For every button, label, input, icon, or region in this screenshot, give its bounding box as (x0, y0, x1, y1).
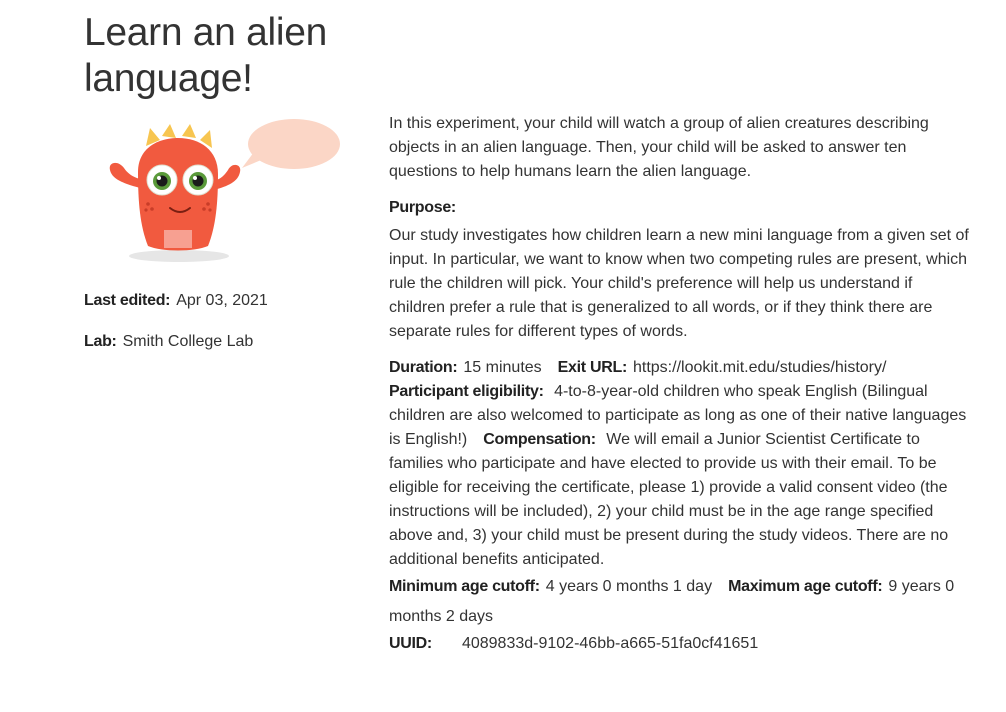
uuid-label: UUID: (389, 635, 432, 652)
speech-bubble-icon (242, 119, 340, 169)
compensation-value: We will email a Junior Scientist Certifi… (389, 431, 949, 568)
purpose-text: Our study investigates how children lear… (389, 227, 969, 340)
duration-exit-row: Duration: 15 minutes Exit URL: https://look… (389, 356, 969, 380)
eligibility-label: Participant eligibility: (389, 383, 544, 400)
lab-label: Lab: (84, 333, 117, 350)
exit-url-label: Exit URL: (557, 359, 628, 376)
uuid-value: 4089833d-9102-46bb-a665-51fa0cf41651 (461, 635, 759, 652)
lab-value: Smith College Lab (122, 333, 254, 350)
eligibility-compensation-block: Participant eligibility: 4-to-8-year-old… (389, 380, 969, 572)
age-cutoff-row: Minimum age cutoff: 4 years 0 months 1 da… (389, 572, 969, 632)
duration-label: Duration: (389, 359, 458, 376)
shadow-shape (129, 250, 229, 262)
study-title: Learn an alien language! (84, 11, 327, 100)
last-edited-row: Last edited: Apr 03, 2021 (84, 290, 268, 312)
duration-value: 15 minutes (463, 359, 542, 376)
monster-belly (164, 230, 192, 248)
exit-url-value: https://lookit.mit.edu/studies/history/ (632, 359, 887, 376)
purpose-label: Purpose: (389, 199, 456, 216)
min-age-value: 4 years 0 months 1 day (545, 578, 713, 595)
last-edited-label: Last edited: (84, 292, 171, 309)
study-description: In this experiment, your child will watc… (389, 115, 929, 180)
alien-monster-illustration (109, 119, 340, 262)
last-edited-value: Apr 03, 2021 (176, 292, 268, 309)
compensation-label: Compensation: (483, 431, 596, 448)
min-age-label: Minimum age cutoff: (389, 578, 540, 595)
max-age-label: Maximum age cutoff: (728, 578, 883, 595)
lab-row: Lab: Smith College Lab (84, 331, 253, 353)
study-details: In this experiment, your child will watc… (389, 112, 969, 656)
study-detail-page: Learn an alien language! Last edited: Ap… (0, 0, 1006, 712)
uuid-row: UUID: 4089833d-9102-46bb-a665-51fa0cf4165… (389, 632, 969, 656)
